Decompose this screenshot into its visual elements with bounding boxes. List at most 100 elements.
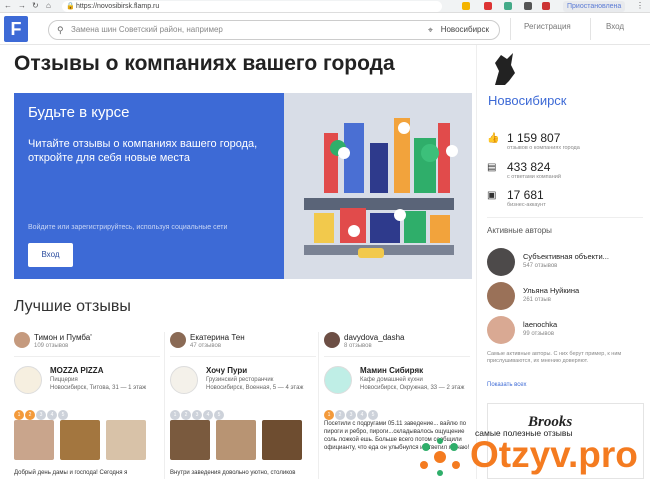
search-placeholder: Замена шин Советский район, например xyxy=(71,25,223,34)
banner-heading: Будьте в курсе xyxy=(28,104,130,121)
login-link[interactable]: Вход xyxy=(606,22,624,31)
extension-icon[interactable] xyxy=(484,2,492,10)
active-authors-title: Активные авторы xyxy=(487,226,552,235)
avatar[interactable] xyxy=(14,332,30,348)
divider xyxy=(170,356,316,357)
divider xyxy=(590,18,591,40)
flamp-logo[interactable]: F xyxy=(4,16,28,42)
home-icon[interactable]: ⌂ xyxy=(46,1,51,10)
star-icon: 3 xyxy=(346,410,356,420)
review-author[interactable]: davydova_dasha xyxy=(344,333,405,342)
browser-toolbar: ← → ↻ ⌂ 🔒 https://novosibirsk.flamp.ru П… xyxy=(0,0,650,13)
best-reviews-title: Лучшие отзывы xyxy=(14,298,131,315)
review-author[interactable]: Тимон и Пумба' xyxy=(34,333,92,342)
divider xyxy=(510,18,511,40)
address-bar[interactable]: 🔒 https://novosibirsk.flamp.ru xyxy=(62,1,442,12)
divider xyxy=(324,356,470,357)
review-photo[interactable] xyxy=(262,420,302,460)
avatar[interactable] xyxy=(487,316,515,344)
rating-stars: 12345 xyxy=(324,403,379,421)
company-type: Кафе домашней кухни xyxy=(360,377,423,383)
banner-text: Читайте отзывы о компаниях вашего города… xyxy=(28,138,258,164)
sidebar-city[interactable]: Новосибирск xyxy=(488,93,567,108)
review-photo[interactable] xyxy=(14,420,54,460)
back-icon[interactable]: ← xyxy=(4,1,12,10)
star-icon: 4 xyxy=(47,410,57,420)
company-logo[interactable] xyxy=(14,366,42,394)
banner-login-button[interactable]: Вход xyxy=(28,243,73,267)
city-illustration xyxy=(284,93,472,279)
avatar[interactable] xyxy=(170,332,186,348)
divider xyxy=(318,332,319,479)
review-card[interactable]: Тимон и Пумба' 109 отзывов MOZZA PIZZA П… xyxy=(14,332,160,479)
star-icon: 5 xyxy=(58,410,68,420)
lock-icon: 🔒 xyxy=(66,3,75,10)
otzyv-watermark: самые полезные отзывы Otzyv.pro xyxy=(414,425,650,479)
avatar[interactable] xyxy=(324,332,340,348)
extension-icon[interactable] xyxy=(462,2,470,10)
avatar[interactable] xyxy=(487,248,515,276)
star-icon: 1 xyxy=(324,410,334,420)
sidebar: Новосибирск 👍 1 159 807 отзывов о компан… xyxy=(476,45,650,479)
company-name[interactable]: MOZZA PIZZA xyxy=(50,366,103,375)
avatar[interactable] xyxy=(487,282,515,310)
site-header: F ⚲ Замена шин Советский район, например… xyxy=(0,14,650,45)
company-address: Новосибирск, Титова, 31 — 1 этаж xyxy=(50,385,147,391)
thumbs-icon: 👍 xyxy=(487,133,500,144)
star-icon: 3 xyxy=(192,410,202,420)
star-icon: 2 xyxy=(25,410,35,420)
reload-icon[interactable]: ↻ xyxy=(32,1,39,10)
divider xyxy=(14,356,160,357)
extension-icon[interactable] xyxy=(504,2,512,10)
review-text: Добрый день дамы и господа! Сегодня я xyxy=(14,470,128,476)
city-selector[interactable]: Новосибирск xyxy=(441,21,489,39)
company-type: Пиццерия xyxy=(50,377,78,383)
page-title: Отзывы о компаниях вашего города xyxy=(14,52,395,75)
extension-icon[interactable] xyxy=(542,2,550,10)
rating-stars: 12345 xyxy=(14,403,69,421)
company-logo[interactable] xyxy=(170,366,198,394)
search-input[interactable]: ⚲ Замена шин Советский район, например ⌖… xyxy=(48,20,500,40)
rating-stars: 12345 xyxy=(170,403,225,421)
star-icon: 1 xyxy=(170,410,180,420)
banner-social-hint: Войдите или зарегистрируйтесь, используя… xyxy=(28,224,228,231)
review-author-count: 47 отзывов xyxy=(190,343,222,349)
star-icon: 5 xyxy=(368,410,378,420)
menu-icon[interactable]: ⋮ xyxy=(636,1,644,10)
comment-icon: ▤ xyxy=(487,162,497,173)
company-name[interactable]: Хочу Пури xyxy=(206,366,247,375)
authors-note: Самые активные авторы. С них берут приме… xyxy=(487,351,622,364)
profile-button[interactable]: Приостановлена xyxy=(563,1,626,12)
extension-icon[interactable] xyxy=(524,2,532,10)
company-address: Новосибирск, Военная, 5 — 4 этаж xyxy=(206,385,304,391)
star-icon: 4 xyxy=(357,410,367,420)
divider xyxy=(164,332,165,479)
star-icon: 1 xyxy=(14,410,24,420)
star-icon: 2 xyxy=(181,410,191,420)
review-text: Внутри заведения довольно уютно, столико… xyxy=(170,470,296,476)
review-author-count: 109 отзывов xyxy=(34,343,69,349)
star-icon: 2 xyxy=(335,410,345,420)
promo-banner: Будьте в курсе Читайте отзывы о компания… xyxy=(14,93,472,279)
forward-icon[interactable]: → xyxy=(18,1,26,10)
briefcase-icon: ▣ xyxy=(487,190,497,201)
divider xyxy=(487,217,643,218)
star-icon: 4 xyxy=(203,410,213,420)
review-card[interactable]: Екатерина Тен 47 отзывов Хочу Пури Грузи… xyxy=(170,332,316,479)
location-pin-icon: ⌖ xyxy=(427,25,433,35)
register-link[interactable]: Регистрация xyxy=(524,22,571,31)
review-author[interactable]: Екатерина Тен xyxy=(190,333,245,342)
show-all-link[interactable]: Показать всех xyxy=(487,382,527,388)
company-logo[interactable] xyxy=(324,366,352,394)
search-icon: ⚲ xyxy=(57,25,64,35)
city-emblem-icon xyxy=(491,51,517,87)
review-photo[interactable] xyxy=(106,420,146,460)
company-address: Новосибирск, Окружная, 33 — 2 этаж xyxy=(360,385,465,391)
review-photo[interactable] xyxy=(60,420,100,460)
star-icon: 3 xyxy=(36,410,46,420)
review-author-count: 8 отзывов xyxy=(344,343,372,349)
review-photo[interactable] xyxy=(170,420,210,460)
company-name[interactable]: Мамин Сибиряк xyxy=(360,366,423,375)
otzyv-brand: Otzyv.pro xyxy=(470,434,638,475)
review-photo[interactable] xyxy=(216,420,256,460)
